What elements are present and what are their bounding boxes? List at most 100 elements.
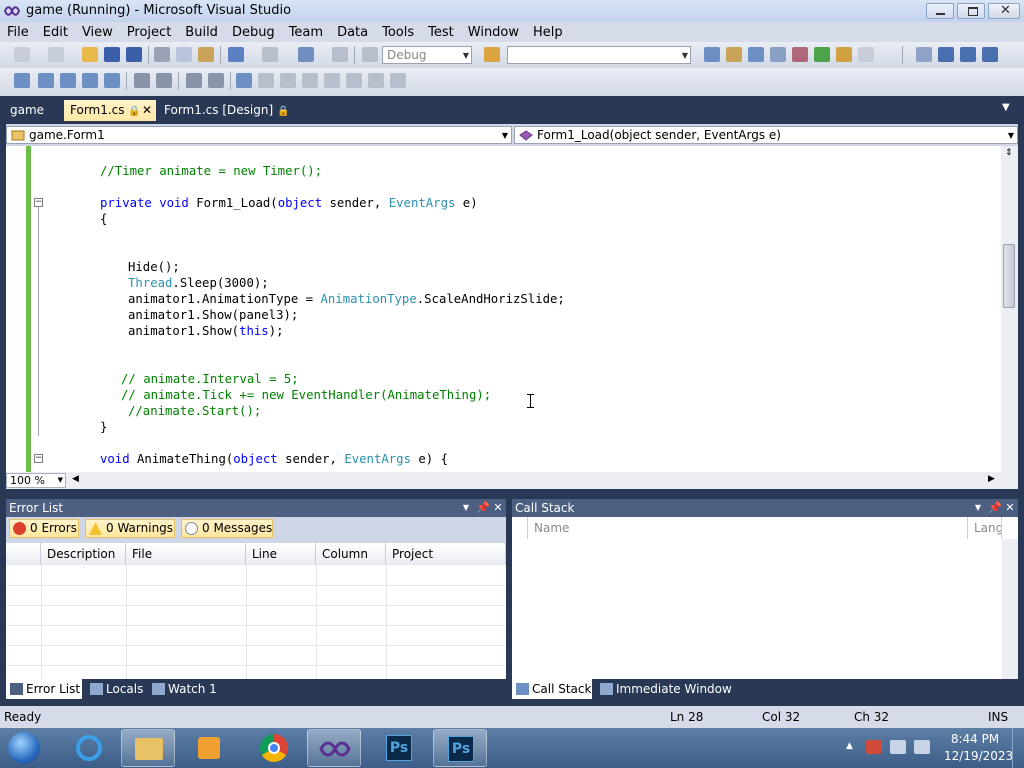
clear-bookmarks-icon[interactable] <box>390 73 406 88</box>
column-header-icon[interactable] <box>6 543 41 565</box>
menu-window[interactable]: Window <box>461 25 526 40</box>
decrease-indent-icon[interactable] <box>134 73 150 88</box>
undo-icon[interactable] <box>228 47 244 62</box>
scroll-left-icon[interactable]: ◀ <box>72 474 79 484</box>
horizontal-scrollbar[interactable]: ◀ ▶ <box>6 472 1018 489</box>
menu-team[interactable]: Team <box>282 25 330 40</box>
action-center-icon[interactable] <box>866 740 882 754</box>
column-header-file[interactable]: File <box>126 543 246 565</box>
tab-locals[interactable]: Locals <box>86 679 149 699</box>
collapse-icon[interactable]: − <box>34 198 43 207</box>
zoom-combo[interactable]: 100 % ▼ <box>6 473 66 488</box>
scroll-right-icon[interactable]: ▶ <box>988 474 995 484</box>
tab-form1-design[interactable]: Form1.cs [Design] 🔒 <box>158 100 295 121</box>
menu-file[interactable]: File <box>0 25 36 40</box>
call-stack-scrollbar[interactable] <box>1002 539 1018 679</box>
restart-icon[interactable] <box>982 47 998 62</box>
previous-bookmark-icon[interactable] <box>258 73 274 88</box>
properties-icon[interactable] <box>726 47 742 62</box>
toggle-bookmark-icon[interactable] <box>236 73 252 88</box>
previous-bookmark-folder-icon[interactable] <box>302 73 318 88</box>
list-members-icon[interactable] <box>14 73 30 88</box>
tools-icon[interactable] <box>792 47 808 62</box>
tab-game[interactable]: game <box>4 100 50 121</box>
new-project-icon[interactable] <box>14 47 30 62</box>
panel-menu-icon[interactable]: ▼ <box>460 501 472 515</box>
redo-icon[interactable] <box>262 47 278 62</box>
menu-debug[interactable]: Debug <box>225 25 282 40</box>
solution-config-combo[interactable]: Debug ▼ <box>382 46 472 64</box>
complete-word-icon[interactable] <box>82 73 98 88</box>
parameter-info-icon[interactable] <box>38 73 54 88</box>
column-header-column[interactable]: Column <box>316 543 386 565</box>
extension-icon[interactable] <box>836 47 852 62</box>
copy-icon[interactable] <box>176 47 192 62</box>
uncomment-lines-icon[interactable] <box>208 73 224 88</box>
comment-lines-icon[interactable] <box>186 73 202 88</box>
start-button[interactable] <box>4 730 44 766</box>
taskbar-file-explorer[interactable] <box>121 729 175 767</box>
solution-explorer-icon[interactable] <box>704 47 720 62</box>
add-item-icon[interactable] <box>48 47 64 62</box>
taskbar-photoshop-1[interactable]: Ps <box>372 729 426 767</box>
show-hidden-icons[interactable]: ▲ <box>846 741 853 751</box>
menu-help[interactable]: Help <box>526 25 570 40</box>
show-desktop-button[interactable] <box>1012 728 1024 768</box>
find-in-files-icon[interactable] <box>484 47 500 62</box>
tab-watch-1[interactable]: Watch 1 <box>148 679 223 699</box>
minimize-button[interactable] <box>926 3 954 19</box>
toolbox-icon[interactable] <box>770 47 786 62</box>
column-header-line[interactable]: Line <box>246 543 316 565</box>
taskbar-chrome[interactable] <box>247 729 301 767</box>
close-tab-icon[interactable]: ✕ <box>142 100 152 120</box>
save-icon[interactable] <box>104 47 120 62</box>
tab-call-stack[interactable]: Call Stack <box>512 679 592 699</box>
next-bookmark-folder-icon[interactable] <box>324 73 340 88</box>
quick-info-icon[interactable] <box>60 73 76 88</box>
object-browser-icon[interactable] <box>748 47 764 62</box>
menu-test[interactable]: Test <box>421 25 461 40</box>
increase-indent-icon[interactable] <box>156 73 172 88</box>
open-file-icon[interactable] <box>82 47 98 62</box>
close-button[interactable]: ✕ <box>988 3 1020 19</box>
clock-time[interactable]: 8:44 PM <box>944 732 1006 746</box>
errors-filter-button[interactable]: 0 Errors <box>9 519 79 538</box>
vertical-scroll-thumb[interactable] <box>1003 244 1015 308</box>
next-bookmark-document-icon[interactable] <box>368 73 384 88</box>
save-all-icon[interactable] <box>126 47 142 62</box>
taskbar-media-player[interactable] <box>182 729 236 767</box>
column-header-project[interactable]: Project <box>386 543 506 565</box>
taskbar-photoshop-2[interactable]: Ps <box>433 729 487 767</box>
column-header-lang[interactable]: Lang <box>968 517 1002 539</box>
stop-debugging-icon[interactable] <box>960 47 976 62</box>
menu-build[interactable]: Build <box>178 25 225 40</box>
cut-icon[interactable] <box>154 47 170 62</box>
navigate-backward-icon[interactable] <box>298 47 314 62</box>
vertical-scrollbar[interactable]: ⇕ <box>1001 146 1018 472</box>
split-icon[interactable]: ⇕ <box>1005 148 1013 158</box>
break-all-icon[interactable] <box>938 47 954 62</box>
volume-icon[interactable] <box>914 740 930 754</box>
class-combo[interactable]: game.Form1 ▼ <box>6 126 512 144</box>
paste-icon[interactable] <box>198 47 214 62</box>
collapse-icon[interactable]: − <box>34 454 43 463</box>
continue-icon[interactable] <box>916 47 932 62</box>
taskbar-internet-explorer[interactable] <box>62 729 116 767</box>
menu-edit[interactable]: Edit <box>36 25 75 40</box>
window-layout-icon[interactable] <box>858 47 874 62</box>
tab-dropdown-icon[interactable]: ▼ <box>1002 102 1010 113</box>
menu-tools[interactable]: Tools <box>375 25 421 40</box>
find-combo[interactable]: ▼ <box>507 46 691 64</box>
network-icon[interactable] <box>890 740 906 754</box>
start-debugging-icon[interactable] <box>362 47 378 62</box>
column-header-name[interactable]: Name <box>528 517 968 539</box>
start-page-icon[interactable] <box>814 47 830 62</box>
pin-icon[interactable]: 📌 <box>476 501 490 515</box>
column-header-description[interactable]: Description <box>41 543 126 565</box>
tab-form1-cs[interactable]: Form1.cs 🔒 ✕ <box>64 100 156 121</box>
tab-error-list[interactable]: Error List <box>6 679 82 699</box>
tab-immediate-window[interactable]: Immediate Window <box>596 679 738 699</box>
display-word-completion-icon[interactable] <box>104 73 120 88</box>
warnings-filter-button[interactable]: 0 Warnings <box>85 519 175 538</box>
restore-button[interactable] <box>957 3 985 19</box>
